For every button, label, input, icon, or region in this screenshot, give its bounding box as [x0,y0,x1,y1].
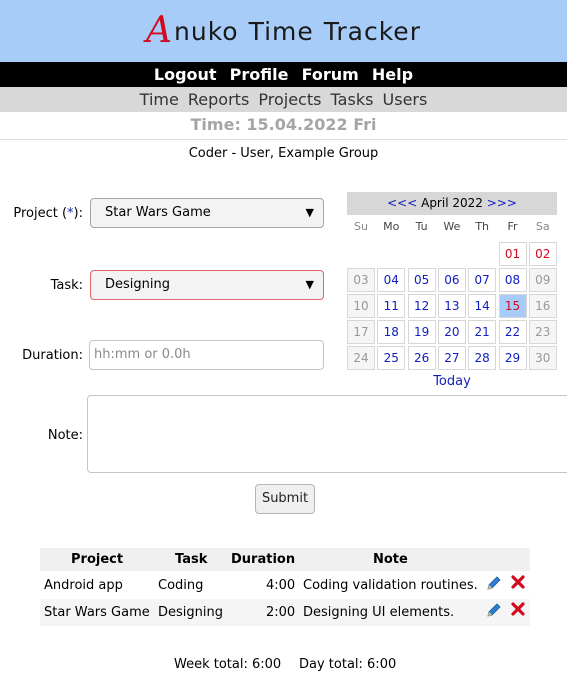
calendar-dow: We [443,220,461,233]
col-project: Project [71,552,124,567]
row-task: Designing [158,605,223,620]
page-title: Time: 15.04.2022 Fri [190,115,377,134]
task-select[interactable]: Designing ▼ [90,270,324,300]
calendar-day[interactable]: 25 [377,346,406,370]
edit-icon[interactable] [486,601,502,623]
calendar-day[interactable]: 05 [407,268,436,292]
chevron-down-icon: ▼ [305,278,314,291]
calendar-day[interactable]: 11 [377,294,406,318]
calendar-day[interactable]: 16 [528,294,557,318]
calendar-dow: Sa [535,220,550,233]
submit-button[interactable]: Submit [255,484,315,514]
calendar-day[interactable]: 08 [498,268,527,292]
calendar-day[interactable]: 20 [437,320,466,344]
calendar-day[interactable]: 10 [347,294,375,318]
menu-forum[interactable]: Forum [302,65,359,84]
task-select-value: Designing [105,277,170,292]
delete-icon[interactable] [510,601,526,623]
calendar-day[interactable]: 03 [347,268,375,292]
row-note: Designing UI elements. [303,605,455,620]
app-logo[interactable]: Anuko Time Tracker [0,10,567,51]
row-duration: 4:00 [266,578,296,593]
day-total: Day total: 6:00 [299,657,397,672]
calendar-day[interactable]: 15 [498,294,527,318]
calendar-dow: Fr [507,220,518,233]
calendar-day[interactable]: 14 [468,294,497,318]
calendar-day[interactable]: 06 [437,268,466,292]
edit-icon[interactable] [486,574,502,596]
calendar-day[interactable]: 22 [498,320,527,344]
calendar-day[interactable]: 24 [347,346,375,370]
nav-tasks[interactable]: Tasks [331,90,374,109]
calendar-dow: Tu [415,220,428,233]
row-task: Coding [158,578,204,593]
row-note: Coding validation routines. [303,578,478,593]
calendar-dow: Th [475,220,490,233]
logo-word-1: nuko [174,17,239,46]
week-total: Week total: 6:00 [174,657,282,672]
project-select[interactable]: Star Wars Game ▼ [90,198,324,228]
chevron-down-icon: ▼ [305,206,314,219]
duration-input[interactable]: hh:mm or 0.0h [89,340,324,370]
menu-profile[interactable]: Profile [230,65,289,84]
calendar-month: April 2022 [421,196,483,210]
calendar-day[interactable]: 21 [468,320,497,344]
calendar-day[interactable]: 29 [498,346,527,370]
divider [0,139,567,140]
row-duration: 2:00 [266,605,296,620]
logo-word-2: Time [248,17,314,46]
col-note: Note [373,552,408,567]
prev-month-link[interactable]: <<< [387,196,417,210]
duration-label: Duration: [22,348,83,363]
col-task: Task [175,552,208,567]
calendar-day[interactable]: 17 [347,320,375,344]
calendar-day[interactable]: 19 [407,320,436,344]
next-month-link[interactable]: >>> [487,196,517,210]
menu-logout[interactable]: Logout [154,65,217,84]
col-duration: Duration [231,552,296,567]
project-select-value: Star Wars Game [105,205,211,220]
calendar-day[interactable]: 23 [528,320,557,344]
calendar-dow: Mo [383,220,400,233]
calendar-day[interactable]: 18 [377,320,406,344]
calendar-dow: Su [354,220,368,233]
calendar-day[interactable]: 28 [468,346,497,370]
logo-word-3: Tracker [323,17,421,46]
table-row: Star Wars Game Designing 2:00 Designing … [40,599,530,626]
today-link[interactable]: Today [347,374,557,389]
top-menu: Logout Profile Forum Help [0,62,567,87]
calendar-day[interactable]: 04 [377,268,406,292]
delete-icon[interactable] [510,574,526,596]
nav-users[interactable]: Users [383,90,428,109]
nav-time[interactable]: Time [140,90,179,109]
calendar-day[interactable]: 02 [528,242,557,266]
calendar-day[interactable]: 07 [468,268,497,292]
note-label: Note: [47,428,83,443]
user-group-label: Coder - User, Example Group [188,146,379,161]
nav-projects[interactable]: Projects [258,90,321,109]
row-project: Star Wars Game [44,605,150,620]
note-textarea[interactable] [87,395,567,473]
calendar-day[interactable]: 26 [407,346,436,370]
calendar-day[interactable]: 27 [437,346,466,370]
calendar-header: <<< April 2022 >>> [347,192,557,215]
calendar-day[interactable]: 13 [437,294,466,318]
calendar-day[interactable]: 12 [407,294,436,318]
calendar-day[interactable]: 09 [528,268,557,292]
table-row: Android app Coding 4:00 Coding validatio… [40,572,530,599]
calendar-day[interactable]: 30 [528,346,557,370]
logo-letter-a: A [146,10,174,51]
calendar-day[interactable]: 01 [498,242,527,266]
project-label: Project (*): [13,206,83,221]
row-project: Android app [44,578,123,593]
sub-menu: Time Reports Projects Tasks Users [0,87,567,112]
task-label: Task: [50,278,83,293]
nav-reports[interactable]: Reports [188,90,249,109]
menu-help[interactable]: Help [372,65,413,84]
